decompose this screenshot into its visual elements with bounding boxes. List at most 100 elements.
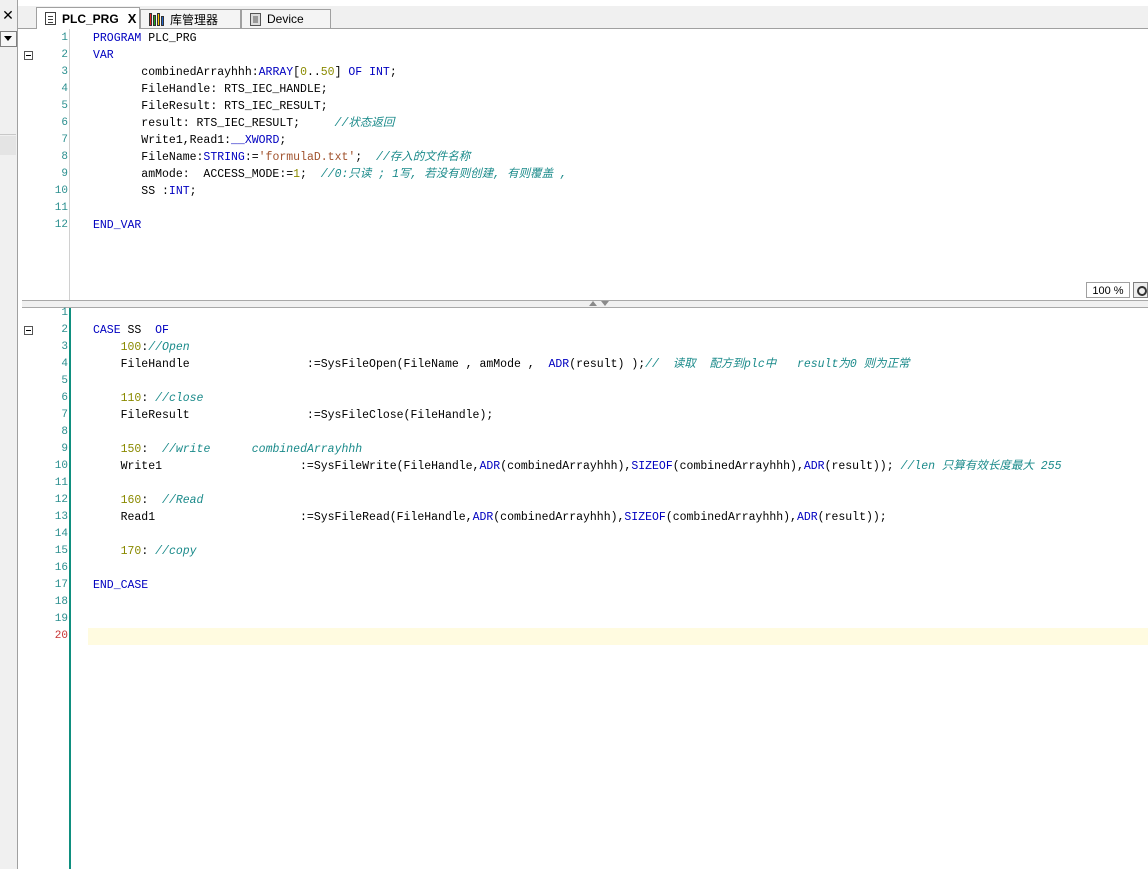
zoom-level[interactable]: 100 % (1086, 282, 1130, 298)
code-token: 'formulaD.txt' (258, 151, 356, 164)
line-number: 1 (61, 307, 68, 319)
code-token: : (141, 392, 156, 405)
code-line[interactable]: 6 110: //close (22, 390, 1148, 407)
tab-close-icon[interactable]: X (128, 11, 137, 26)
code-line[interactable]: 13 Read1 :=SysFileRead(FileHandle,ADR(co… (22, 509, 1148, 526)
code-token: 0 (300, 66, 307, 79)
code-token: END_VAR (93, 219, 142, 232)
code-line[interactable]: 19 (22, 611, 1148, 628)
code-token: SS (120, 324, 156, 337)
code-line[interactable]: 8 FileName:STRING:='formulaD.txt'; //存入的… (22, 149, 1148, 166)
code-token: (result) ); (569, 358, 646, 371)
code-line[interactable]: 1 PROGRAM PLC_PRG (22, 30, 1148, 47)
code-line[interactable]: 7 FileResult :=SysFileClose(FileHandle); (22, 407, 1148, 424)
code-line[interactable]: 16 (22, 560, 1148, 577)
line-number: 3 (61, 66, 68, 78)
tab-plc-prg[interactable]: PLC_PRG X (36, 7, 140, 29)
code-line[interactable]: 9 amMode: ACCESS_MODE:=1; //0:只读 ; 1写, 若… (22, 166, 1148, 183)
code-token: (combinedArrayhhh), (500, 460, 632, 473)
code-line[interactable]: 17 END_CASE (22, 577, 1148, 594)
line-number: 7 (61, 134, 68, 146)
fold-toggle-icon[interactable] (24, 51, 33, 60)
fold-toggle-icon[interactable] (24, 326, 33, 335)
line-number: 13 (54, 511, 68, 523)
code-line[interactable]: 4 FileHandle: RTS_IEC_HANDLE; (22, 81, 1148, 98)
code-line[interactable]: 4 FileHandle :=SysFileOpen(FileName , am… (22, 356, 1148, 373)
code-line[interactable]: 1 (22, 305, 1148, 322)
code-line[interactable]: 10 Write1 :=SysFileWrite(FileHandle,ADR(… (22, 458, 1148, 475)
code-text: FileName:STRING:='formulaD.txt'; //存入的文件… (93, 149, 470, 166)
zoom-magnifier-icon[interactable] (1133, 282, 1148, 298)
code-line[interactable]: 14 (22, 526, 1148, 543)
code-text: result: RTS_IEC_RESULT; //状态返回 (93, 115, 394, 132)
code-text: SS :INT; (93, 183, 196, 200)
panel-selected-row[interactable] (0, 136, 16, 155)
code-line[interactable]: 11 (22, 475, 1148, 492)
code-text: FileHandle :=SysFileOpen(FileName , amMo… (93, 356, 910, 373)
code-text: Write1 :=SysFileWrite(FileHandle,ADR(com… (93, 458, 1062, 475)
panel-dropdown-icon[interactable] (0, 31, 17, 47)
code-line[interactable]: 12 END_VAR (22, 217, 1148, 234)
line-number: 7 (61, 409, 68, 421)
code-line[interactable]: 5 FileResult: RTS_IEC_RESULT; (22, 98, 1148, 115)
code-line[interactable]: 5 (22, 373, 1148, 390)
code-line[interactable]: 18 (22, 594, 1148, 611)
code-token: result: RTS_IEC_RESULT; (93, 117, 335, 130)
line-number: 19 (54, 613, 68, 625)
declaration-editor[interactable]: 1 PROGRAM PLC_PRG 2 VAR 3 combinedArrayhhh:A… (22, 29, 1148, 300)
line-number: 14 (54, 528, 68, 540)
code-token: Read1 :=SysFileRead(FileHandle, (93, 511, 473, 524)
code-text: 160: //Read (93, 492, 204, 509)
line-number: 10 (54, 185, 68, 197)
code-token: PLC_PRG (141, 32, 197, 45)
panel-close-icon[interactable]: ✕ (0, 8, 16, 24)
code-line[interactable]: 7 Write1,Read1:__XWORD; (22, 132, 1148, 149)
code-token: ; (355, 151, 376, 164)
code-line[interactable]: 9 150: //write combinedArrayhhh (22, 441, 1148, 458)
code-line[interactable]: 3 combinedArrayhhh:ARRAY[0..50] OF INT; (22, 64, 1148, 81)
code-token: SIZEOF (624, 511, 666, 524)
code-token: := (244, 151, 259, 164)
code-token: FileHandle: RTS_IEC_HANDLE; (93, 83, 328, 96)
implementation-editor[interactable]: 1 2 CASE SS OF 3 100://Open 4 FileHandle :=S… (22, 305, 1148, 869)
code-text: 150: //write combinedArrayhhh (93, 441, 363, 458)
code-line[interactable]: 12 160: //Read (22, 492, 1148, 509)
code-token: amMode: ACCESS_MODE:= (93, 168, 294, 181)
line-number: 17 (54, 579, 68, 591)
code-token: //状态返回 (334, 117, 395, 130)
code-token: INT (168, 185, 190, 198)
code-token: //copy (155, 545, 197, 558)
code-token: : (141, 494, 163, 507)
code-line[interactable]: 8 (22, 424, 1148, 441)
code-line[interactable]: 6 result: RTS_IEC_RESULT; //状态返回 (22, 115, 1148, 132)
code-line[interactable]: 2 VAR (22, 47, 1148, 64)
code-line[interactable]: 3 100://Open (22, 339, 1148, 356)
code-line[interactable]: 11 (22, 200, 1148, 217)
code-text: VAR (93, 47, 114, 64)
line-number: 20 (54, 630, 68, 642)
line-number: 15 (54, 545, 68, 557)
code-text: combinedArrayhhh:ARRAY[0..50] OF INT; (93, 64, 396, 81)
code-line[interactable]: 20 (22, 628, 1148, 645)
code-token: 50 (320, 66, 335, 79)
tab-device[interactable]: Device (241, 9, 331, 28)
line-number: 4 (61, 83, 68, 95)
left-panel-strip: ✕ (0, 0, 18, 869)
code-token: END_CASE (93, 579, 149, 592)
code-token: SS : (93, 185, 169, 198)
code-token: 1 (293, 168, 301, 181)
code-token: 170 (120, 545, 142, 558)
code-text: 110: //close (93, 390, 204, 407)
code-token: // 读取 配方到plc中 result为0 则为正常 (645, 358, 910, 371)
line-number: 8 (61, 426, 68, 438)
code-line[interactable]: 15 170: //copy (22, 543, 1148, 560)
code-line[interactable]: 2 CASE SS OF (22, 322, 1148, 339)
code-token: (combinedArrayhhh), (672, 460, 804, 473)
code-line[interactable]: 10 SS :INT; (22, 183, 1148, 200)
code-token: ADR (472, 511, 494, 524)
code-text: FileResult :=SysFileClose(FileHandle); (93, 407, 494, 424)
tab-library-manager[interactable]: 库管理器 (140, 9, 241, 28)
document-icon (45, 12, 56, 25)
